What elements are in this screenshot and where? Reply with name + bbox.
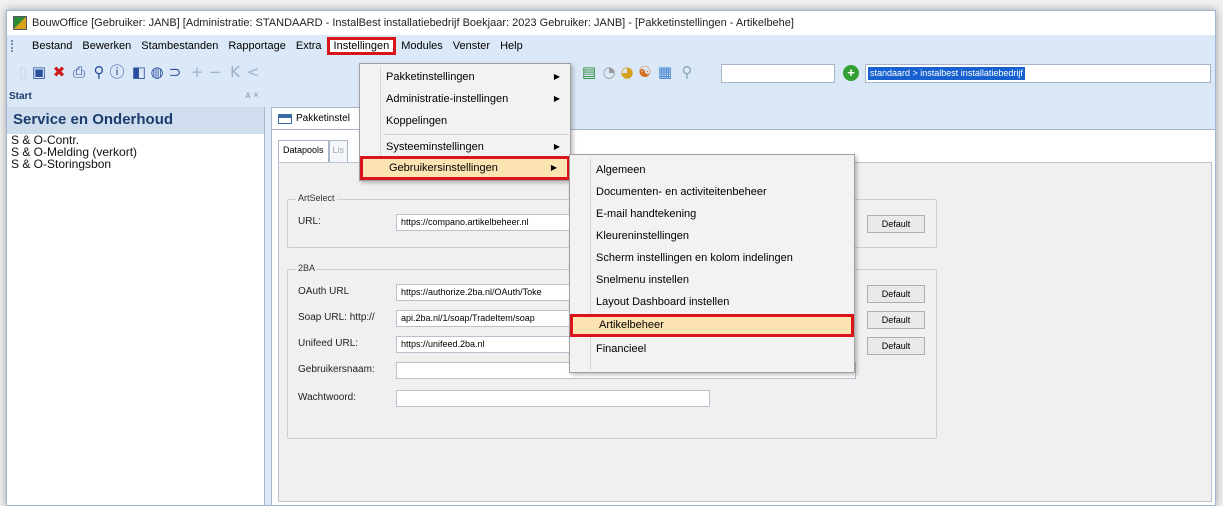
menu-item-financieel[interactable]: Financieel xyxy=(570,338,854,360)
palette-icon[interactable]: ◕ xyxy=(619,64,635,80)
search-input[interactable] xyxy=(721,64,835,83)
menu-item-layout-dashboard[interactable]: Layout Dashboard instellen xyxy=(570,291,854,313)
add-icon[interactable]: + xyxy=(189,64,205,80)
menu-item-artikelbeheer[interactable]: Artikelbeheer xyxy=(570,314,854,337)
menu-bar: Bestand Bewerken Stambestanden Rapportag… xyxy=(7,35,1215,57)
list-item-storingsbon[interactable]: S & O-Storingsbon xyxy=(7,158,264,170)
menu-help[interactable]: Help xyxy=(495,38,528,54)
submenu-arrow-icon: ▶ xyxy=(553,72,560,81)
submenu-arrow-icon: ▶ xyxy=(553,142,560,151)
soap-label: Soap URL: http:// xyxy=(298,312,375,323)
menu-modules[interactable]: Modules xyxy=(396,38,448,54)
unifeed-default-button[interactable]: Default xyxy=(867,337,925,355)
save-icon[interactable]: ▣ xyxy=(31,64,47,80)
toolbar: ▯ ▣ ✖ ⎙ ⚲ ⓘ ◧ ◍ ⊃ + − K < ▤ ◔ ◕ ☯ ▦ ⚲ + … xyxy=(7,57,1215,87)
title-bar: BouwOffice [Gebruiker: JANB] [Administra… xyxy=(7,11,1215,35)
menu-item-gebruikersinstellingen[interactable]: Gebruikersinstellingen ▶ xyxy=(360,156,570,180)
unifeed-url-field[interactable]: https://unifeed.2ba.nl xyxy=(396,336,576,353)
delete-icon[interactable]: ✖ xyxy=(51,64,67,80)
menu-extra[interactable]: Extra xyxy=(291,38,327,54)
menu-bestand[interactable]: Bestand xyxy=(27,38,77,54)
gebruikersinstellingen-menu: Algemeen Documenten- en activiteitenbehe… xyxy=(569,154,855,373)
panel-pin-close-icon[interactable]: ᴀ × xyxy=(245,90,259,101)
tab-lis[interactable]: Lis xyxy=(328,140,349,162)
password-field[interactable] xyxy=(396,390,710,407)
start-panel-header: Start ᴀ × xyxy=(7,87,265,107)
start-panel: Service en Onderhoud S & O-Contr. S & O-… xyxy=(7,107,265,505)
excel-icon[interactable]: ▤ xyxy=(581,64,597,80)
globe-icon[interactable]: ◍ xyxy=(149,64,165,80)
oauth-default-button[interactable]: Default xyxy=(867,285,925,303)
start-panel-title: Start xyxy=(9,91,32,102)
username-label: Gebruikersnaam: xyxy=(298,364,375,375)
window-icon xyxy=(278,113,292,124)
menu-item-scherm-instellingen[interactable]: Scherm instellingen en kolom indelingen xyxy=(570,247,854,269)
menu-item-email-handtekening[interactable]: E-mail handtekening xyxy=(570,203,854,225)
menu-instellingen[interactable]: Instellingen xyxy=(326,37,397,55)
menu-item-label: Systeeminstellingen xyxy=(386,141,484,153)
menu-item-administratie-instellingen[interactable]: Administratie-instellingen ▶ xyxy=(360,88,570,110)
menu-item-snelmenu[interactable]: Snelmenu instellen xyxy=(570,269,854,291)
window-title: BouwOffice [Gebruiker: JANB] [Administra… xyxy=(32,17,794,29)
menu-stambestanden[interactable]: Stambestanden xyxy=(136,38,223,54)
instellingen-menu: Pakketinstellingen ▶ Administratie-inste… xyxy=(359,63,571,181)
unifeed-label: Unifeed URL: xyxy=(298,338,359,349)
chart-icon[interactable]: ◔ xyxy=(601,64,617,80)
app-logo-icon xyxy=(13,16,27,30)
menu-item-documenten[interactable]: Documenten- en activiteitenbeheer xyxy=(570,181,854,203)
administration-path-field[interactable]: standaard > instalbest installatiebedrij… xyxy=(865,64,1211,83)
password-label: Wachtwoord: xyxy=(298,392,356,403)
previous-record-icon[interactable]: < xyxy=(245,64,261,80)
menu-item-pakketinstellingen[interactable]: Pakketinstellingen ▶ xyxy=(360,66,570,88)
menu-item-label: Gebruikersinstellingen xyxy=(389,162,498,174)
link-icon[interactable]: ⊃ xyxy=(167,64,183,80)
administration-path-text: standaard > instalbest installatiebedrij… xyxy=(868,67,1025,80)
menu-item-label: Pakketinstellingen xyxy=(386,71,475,83)
menu-rapportage[interactable]: Rapportage xyxy=(223,38,291,54)
submenu-arrow-icon: ▶ xyxy=(553,94,560,103)
menu-item-systeeminstellingen[interactable]: Systeeminstellingen ▶ xyxy=(360,136,570,158)
submenu-arrow-icon: ▶ xyxy=(550,163,557,172)
soap-default-button[interactable]: Default xyxy=(867,311,925,329)
oauth-url-field[interactable]: https://authorize.2ba.nl/OAuth/Toke xyxy=(396,284,576,301)
soap-url-field[interactable]: api.2ba.nl/1/soap/TradeItem/soap xyxy=(396,310,576,327)
app-window: BouwOffice [Gebruiker: JANB] [Administra… xyxy=(6,10,1216,506)
artselect-url-field[interactable]: https://compano.artikelbeheer.nl xyxy=(396,214,576,231)
oauth-label: OAuth URL xyxy=(298,286,350,297)
menu-item-label: Administratie-instellingen xyxy=(386,93,509,105)
layout-icon[interactable]: ◧ xyxy=(131,64,147,80)
remove-icon[interactable]: − xyxy=(207,64,223,80)
search-icon[interactable]: ⚲ xyxy=(91,64,107,80)
menu-venster[interactable]: Venster xyxy=(448,38,495,54)
info-icon[interactable]: ⓘ xyxy=(109,64,125,80)
zoom-icon[interactable]: ⚲ xyxy=(679,64,695,80)
print-icon[interactable]: ⎙ xyxy=(71,64,87,80)
twoba-title: 2BA xyxy=(296,263,318,273)
service-panel-title: Service en Onderhoud xyxy=(7,107,264,134)
first-record-icon[interactable]: K xyxy=(227,64,243,80)
users-icon[interactable]: ☯ xyxy=(637,64,653,80)
menu-item-koppelingen[interactable]: Koppelingen xyxy=(360,110,570,132)
menu-item-label: Koppelingen xyxy=(386,115,448,127)
menu-bewerken[interactable]: Bewerken xyxy=(77,38,136,54)
tab-label: Pakketinstel xyxy=(296,113,350,124)
artselect-title: ArtSelect xyxy=(296,193,337,203)
grid-icon[interactable]: ▦ xyxy=(657,64,673,80)
tab-datapools[interactable]: Datapools xyxy=(278,140,329,162)
url-label: URL: xyxy=(298,216,321,227)
add-button[interactable]: + xyxy=(843,65,859,81)
menu-item-kleureninstellingen[interactable]: Kleureninstellingen xyxy=(570,225,854,247)
menu-item-algemeen[interactable]: Algemeen xyxy=(570,159,854,181)
menu-separator xyxy=(384,134,568,135)
inner-tabs: Datapools Lis xyxy=(278,140,349,162)
artselect-default-button[interactable]: Default xyxy=(867,215,925,233)
new-icon[interactable]: ▯ xyxy=(15,64,31,80)
grip-icon xyxy=(11,40,21,52)
